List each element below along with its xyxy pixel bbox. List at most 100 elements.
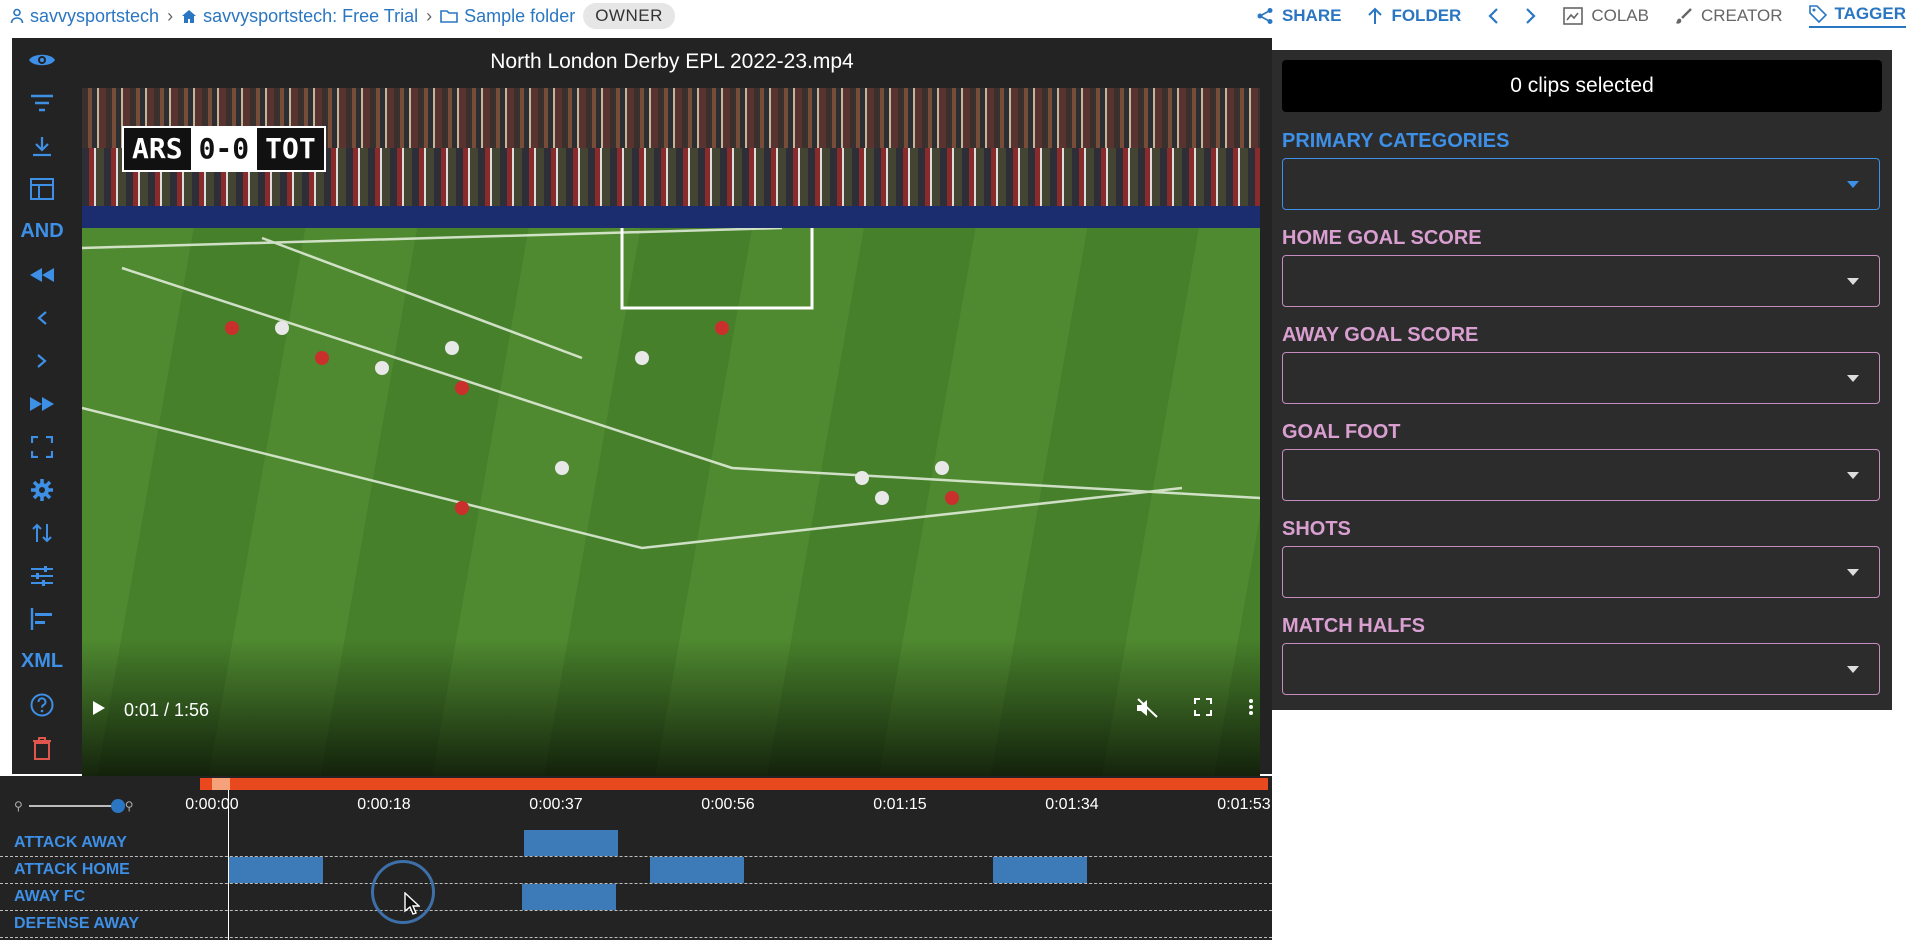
away-goal-score-select[interactable] (1282, 352, 1880, 404)
breadcrumb-folder[interactable]: Sample folder (440, 6, 575, 27)
brush-icon (1675, 7, 1693, 25)
clips-selected-button[interactable]: 0 clips selected (1282, 60, 1882, 112)
dropdown-arrow-icon (1847, 472, 1859, 479)
away-goal-score-label: AWAY GOAL SCORE (1282, 324, 1479, 346)
home-goal-score-select[interactable] (1282, 255, 1880, 307)
timeline: ⚲ ⚲ 0:00:00 0:00:18 0:00:37 0:00:56 0:01… (0, 776, 1272, 940)
track-label: DEFENSE AWAY (14, 915, 140, 932)
clip[interactable] (993, 857, 1087, 883)
filter-icon (30, 94, 54, 112)
colab-tab[interactable]: COLAB (1563, 6, 1649, 26)
previous-button[interactable] (1487, 7, 1499, 25)
zoom-in-icon[interactable]: ⚲ (125, 799, 134, 813)
dropdown-arrow-icon (1847, 375, 1859, 382)
fullscreen-toggle[interactable] (1194, 698, 1212, 718)
adjust-button[interactable] (12, 554, 72, 597)
play-button[interactable] (92, 700, 106, 716)
colab-icon (1563, 7, 1584, 25)
timeline-tick: 0:01:15 (873, 796, 927, 813)
home-goal-score-label: HOME GOAL SCORE (1282, 227, 1482, 249)
trash-icon (32, 736, 52, 760)
step-forward-button[interactable] (12, 339, 72, 382)
dropdown-arrow-icon (1847, 181, 1859, 188)
volume-muted-icon (1136, 698, 1158, 718)
download-icon (31, 135, 53, 157)
chevron-left-icon (1487, 7, 1499, 25)
folder-button[interactable]: FOLDER (1367, 6, 1461, 26)
clip[interactable] (650, 857, 744, 883)
and-toggle[interactable]: AND (12, 210, 72, 253)
fullscreen-button[interactable] (12, 425, 72, 468)
fullscreen-icon (31, 435, 53, 458)
breadcrumb-workspace-label: savvysportstech: Free Trial (203, 5, 419, 26)
shots-label: SHOTS (1282, 518, 1351, 540)
zoom-slider-knob[interactable] (110, 799, 125, 813)
help-button[interactable] (12, 683, 72, 726)
timeline-tick: 0:01:53 (1217, 796, 1271, 813)
delete-button[interactable] (12, 726, 72, 769)
layout-button[interactable] (12, 167, 72, 210)
breadcrumb-user[interactable]: savvysportstech (10, 6, 159, 27)
fullscreen-icon (1194, 698, 1212, 716)
view-button[interactable] (12, 38, 72, 81)
download-button[interactable] (12, 124, 72, 167)
video-controls-right (1136, 698, 1254, 718)
track-row-attack-away: ATTACK AWAY (0, 830, 1272, 857)
timeline-range-bar[interactable] (200, 778, 1268, 790)
folder-icon (440, 9, 458, 23)
colab-label: COLAB (1591, 6, 1649, 25)
playback-time: 0:01 / 1:56 (124, 700, 210, 720)
video-title: North London Derby EPL 2022-23.mp4 (490, 50, 854, 73)
video-player[interactable]: ARS 0-0 TOT 0:01 / 1:56 (82, 88, 1260, 778)
tagger-tab[interactable]: TAGGER (1808, 4, 1906, 28)
zoom-out-icon[interactable]: ⚲ (14, 799, 23, 813)
tagger-label: TAGGER (1834, 4, 1906, 23)
dropdown-arrow-icon (1847, 666, 1859, 673)
step-back-button[interactable] (12, 296, 72, 339)
fast-forward-icon (29, 396, 55, 412)
breadcrumb-workspace[interactable]: savvysportstech: Free Trial (181, 6, 418, 27)
next-button[interactable] (1525, 7, 1537, 25)
clip[interactable] (524, 830, 618, 856)
track-label: ATTACK AWAY (14, 834, 127, 851)
filter-button[interactable] (12, 81, 72, 124)
timeline-playhead[interactable] (228, 790, 229, 940)
zoom-slider[interactable] (28, 799, 125, 813)
eye-icon (28, 51, 56, 69)
clip[interactable] (522, 884, 616, 910)
creator-tab[interactable]: CREATOR (1675, 6, 1783, 26)
timeline-tick: 0:00:18 (357, 796, 411, 813)
sort-button[interactable] (12, 511, 72, 554)
folder-label: FOLDER (1391, 6, 1462, 25)
xml-export-button[interactable]: XML (12, 640, 72, 683)
primary-categories-select[interactable] (1282, 158, 1880, 210)
clip[interactable] (229, 857, 323, 883)
creator-label: CREATOR (1700, 6, 1783, 25)
breadcrumb-user-label: savvysportstech (30, 5, 160, 26)
timeline-tick: 0:00:37 (529, 796, 583, 813)
match-halfs-select[interactable] (1282, 643, 1880, 695)
timeline-range-handle[interactable] (212, 778, 230, 790)
video-stage: North London Derby EPL 2022-23.mp4 ARS 0… (72, 38, 1272, 778)
score-away: TOT (265, 132, 316, 165)
swap-vertical-icon (31, 522, 53, 544)
align-button[interactable] (12, 597, 72, 640)
more-button[interactable] (1248, 698, 1254, 718)
fast-forward-button[interactable] (12, 382, 72, 425)
settings-button[interactable] (12, 468, 72, 511)
table-icon (30, 177, 54, 200)
track-row-defense-away: DEFENSE AWAY (0, 911, 1272, 938)
shots-select[interactable] (1282, 546, 1880, 598)
score-result: 0-0 (190, 128, 258, 170)
primary-categories-label: PRIMARY CATEGORIES (1282, 130, 1510, 152)
breadcrumb-folder-label: Sample folder (464, 5, 576, 26)
goal-foot-select[interactable] (1282, 449, 1880, 501)
share-button[interactable]: SHARE (1256, 6, 1341, 26)
dropdown-arrow-icon (1847, 569, 1859, 576)
tagger-panel: 0 clips selected PRIMARY CATEGORIES HOME… (1272, 50, 1892, 710)
arrow-up-icon (1367, 7, 1383, 25)
rewind-button[interactable] (12, 253, 72, 296)
dropdown-arrow-icon (1847, 278, 1859, 285)
mute-button[interactable] (1136, 698, 1158, 718)
chevron-right-icon (36, 353, 48, 369)
